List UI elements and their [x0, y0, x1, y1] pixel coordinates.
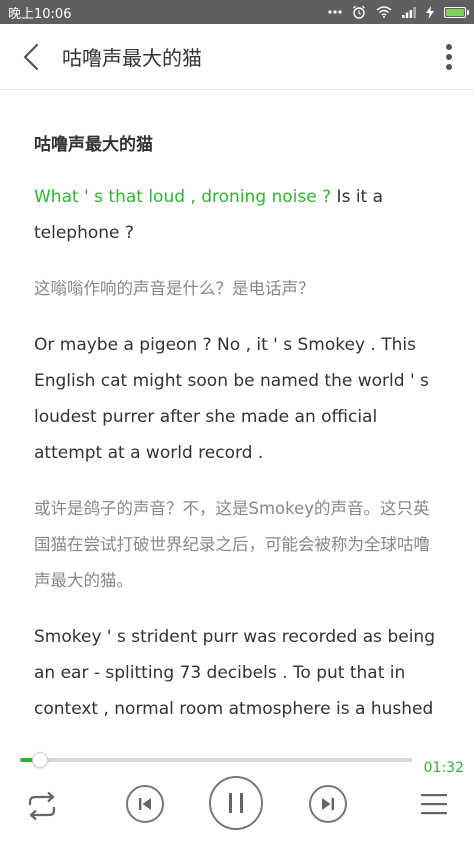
duration-label: 01:32 — [423, 760, 464, 776]
charging-icon — [426, 5, 434, 19]
app-bar: 咕噜声最大的猫 — [0, 24, 474, 90]
player-controls — [0, 776, 474, 834]
signal-icon — [402, 6, 416, 18]
article-title: 咕噜声最大的猫 — [34, 135, 153, 155]
paragraph-zh-2[interactable]: 或许是鸽子的声音？不，这是Smokey的声音。这只英国猫在尝试打破世界纪录之后，… — [34, 491, 444, 599]
playlist-menu-button[interactable] — [416, 786, 452, 822]
pause-icon — [229, 793, 243, 813]
repeat-icon — [28, 791, 56, 821]
chevron-left-icon — [23, 43, 39, 70]
more-options-button[interactable] — [424, 24, 474, 90]
more-vertical-icon — [446, 43, 452, 70]
skip-next-icon — [322, 798, 334, 810]
progress-thumb[interactable] — [31, 752, 48, 768]
repeat-button[interactable] — [22, 786, 62, 826]
status-icons — [328, 5, 469, 19]
status-time: 晚上10:06 — [8, 6, 72, 22]
paragraph-en-1[interactable]: What ' s that loud , droning noise ? Is … — [34, 179, 444, 251]
audio-player: 01:32 — [0, 742, 474, 842]
paragraph-en-3[interactable]: Smokey ' s strident purr was recorded as… — [34, 619, 444, 727]
app-title: 咕噜声最大的猫 — [62, 46, 202, 70]
article-content[interactable]: 咕噜声最大的猫 What ' s that loud , droning noi… — [34, 92, 444, 742]
paragraph-zh-1[interactable]: 这嗡嗡作响的声音是什么？是电话声？ — [34, 271, 444, 307]
next-button[interactable] — [309, 785, 347, 823]
back-button[interactable] — [0, 24, 62, 90]
wifi-icon — [376, 6, 392, 18]
highlighted-sentence[interactable]: What ' s that loud , droning noise ? — [34, 187, 331, 207]
play-pause-button[interactable] — [209, 776, 263, 830]
paragraph-en-2[interactable]: Or maybe a pigeon ? No , it ' s Smokey .… — [34, 327, 444, 471]
battery-icon — [444, 6, 469, 18]
menu-icon — [421, 794, 447, 815]
previous-button[interactable] — [126, 785, 164, 823]
status-bar: 晚上10:06 — [0, 0, 474, 24]
skip-previous-icon — [139, 798, 151, 810]
dots-icon — [328, 10, 342, 14]
alarm-icon — [352, 5, 366, 19]
progress-bar[interactable] — [20, 752, 412, 768]
